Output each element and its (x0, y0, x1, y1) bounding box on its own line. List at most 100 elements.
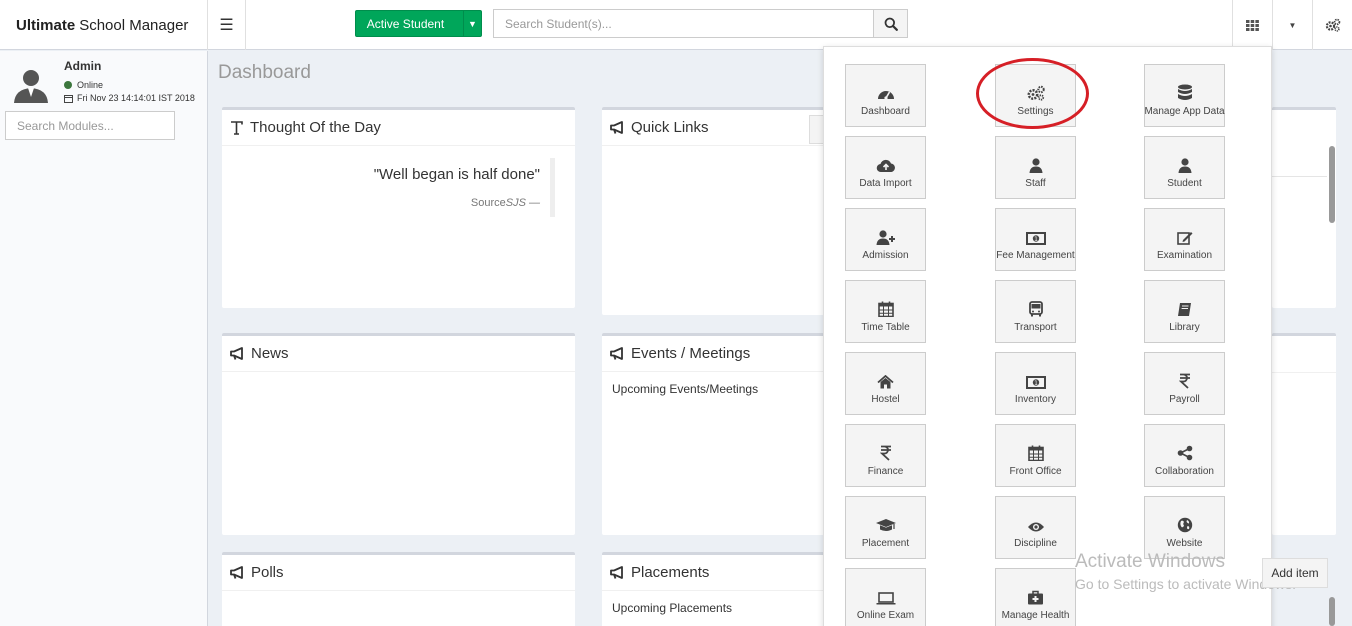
brand-rest: School Manager (79, 16, 189, 34)
menu-tile-label: Time Table (861, 322, 910, 333)
menu-tile-admission[interactable]: Admission (845, 208, 926, 271)
panel-title: Placements (631, 564, 710, 581)
caret-down-icon: ▼ (1288, 20, 1297, 30)
online-dot-icon (64, 81, 72, 89)
menu-tile-label: Data Import (859, 178, 912, 189)
rupee-icon (1178, 373, 1191, 394)
calendar-icon (1027, 445, 1044, 466)
user-icon (1029, 158, 1043, 178)
menu-tile-finance[interactable]: Finance (845, 424, 926, 487)
events-subtitle: Upcoming Events/Meetings (612, 382, 759, 396)
menu-tile-collaboration[interactable]: Collaboration (1144, 424, 1225, 487)
module-search-input[interactable] (5, 111, 175, 140)
edit-icon (1176, 230, 1193, 250)
menu-tile-label: Transport (1014, 322, 1057, 333)
money-icon: 1 (1025, 232, 1046, 250)
menu-tile-dashboard[interactable]: Dashboard (845, 64, 926, 127)
panel-header: Polls (222, 555, 575, 591)
active-student-button[interactable]: Active Student ▼ (355, 10, 482, 37)
menu-tile-hostel[interactable]: Hostel (845, 352, 926, 415)
windows-watermark-title: Activate Windows (1075, 551, 1225, 572)
menu-tile-label: Front Office (1009, 466, 1062, 477)
apps-grid-button[interactable] (1232, 0, 1272, 50)
user-icon (1178, 158, 1192, 178)
placements-panel: Placements Upcoming Placements (602, 552, 824, 626)
menu-tile-payroll[interactable]: Payroll (1144, 352, 1225, 415)
quote-block: "Well began is half done" SourceSJS — (222, 158, 555, 217)
panel-title: Thought Of the Day (250, 119, 381, 136)
datetime-text: Fri Nov 23 14:14:01 IST 2018 (77, 93, 195, 103)
right-panel-1 (1272, 107, 1336, 308)
caret-down-icon[interactable]: ▼ (463, 11, 481, 36)
menu-tile-label: Hostel (871, 394, 900, 405)
medkit-icon (1027, 590, 1044, 610)
menu-tile-data-import[interactable]: Data Import (845, 136, 926, 199)
menu-tile-discipline[interactable]: Discipline (995, 496, 1076, 559)
user-dropdown-button[interactable]: ▼ (1272, 0, 1312, 50)
menu-tile-label: Student (1167, 178, 1202, 189)
menu-tile-label: Placement (861, 538, 910, 549)
menu-tile-label: Payroll (1169, 394, 1200, 405)
laptop-icon (876, 592, 896, 610)
menu-tile-label: Library (1169, 322, 1200, 333)
calendar-icon (64, 94, 73, 103)
bus-icon (1028, 301, 1044, 322)
student-search-input[interactable] (493, 9, 874, 38)
scrollbar-thumb[interactable] (1329, 597, 1335, 626)
placements-subtitle: Upcoming Placements (612, 601, 733, 615)
sidebar-toggle-button[interactable]: ☰ (208, 0, 246, 50)
active-student-label: Active Student (366, 16, 445, 31)
app-brand[interactable]: Ultimate School Manager (0, 0, 208, 50)
settings-gear-button[interactable] (1312, 0, 1352, 50)
quick-links-add-button[interactable] (809, 115, 824, 144)
user-plus-icon (876, 230, 896, 250)
home-icon (877, 375, 894, 394)
menu-tile-manage-app-data[interactable]: Manage App Data (1144, 64, 1225, 127)
menu-tile-transport[interactable]: Transport (995, 280, 1076, 343)
menu-tile-fee-management[interactable]: 1 Fee Management (995, 208, 1076, 271)
svg-text:1: 1 (1034, 380, 1038, 387)
top-navbar: Ultimate School Manager ☰ Active Student… (0, 0, 1352, 50)
panel-title: News (251, 345, 289, 362)
menu-tile-placement[interactable]: Placement (845, 496, 926, 559)
right-panel-2 (1272, 333, 1336, 535)
menu-tile-label: Examination (1156, 250, 1213, 261)
status-text: Online (77, 80, 104, 90)
bullhorn-icon (610, 347, 623, 360)
add-item-button[interactable]: Add item (1262, 558, 1328, 588)
panel-divider (1272, 372, 1336, 373)
page-title: Dashboard (218, 62, 311, 83)
menu-tile-label: Online Exam (856, 610, 915, 621)
menu-tile-online-exam[interactable]: Online Exam (845, 568, 926, 626)
eye-icon (1027, 521, 1045, 538)
panel-header: Events / Meetings (602, 336, 824, 372)
bullhorn-icon (230, 347, 243, 360)
menu-tile-manage-health[interactable]: Manage Health (995, 568, 1076, 626)
menu-tile-inventory[interactable]: 1 Inventory (995, 352, 1076, 415)
dashboard-icon (876, 86, 896, 106)
cloud-upload-icon (876, 159, 896, 178)
panel-header: Placements (602, 555, 824, 591)
brand-bold: Ultimate (16, 16, 76, 34)
menu-tile-front-office[interactable]: Front Office (995, 424, 1076, 487)
menu-tile-staff[interactable]: Staff (995, 136, 1076, 199)
student-search-button[interactable] (873, 9, 908, 38)
menu-tile-time-table[interactable]: Time Table (845, 280, 926, 343)
panel-header: News (222, 336, 575, 372)
menu-tile-label: Website (1166, 538, 1203, 549)
menu-tile-label: Dashboard (861, 106, 910, 117)
events-panel: Events / Meetings Upcoming Events/Meetin… (602, 333, 824, 535)
menu-tile-student[interactable]: Student (1144, 136, 1225, 199)
menu-tile-label: Inventory (1014, 394, 1057, 405)
svg-text:1: 1 (1034, 236, 1038, 243)
rupee-icon (879, 445, 892, 466)
highlight-circle-annotation (976, 58, 1089, 129)
polls-panel: Polls (222, 552, 575, 626)
menu-tile-examination[interactable]: Examination (1144, 208, 1225, 271)
scrollbar-thumb[interactable] (1329, 146, 1335, 223)
calendar-icon (877, 301, 894, 322)
graduation-cap-icon (875, 518, 897, 538)
user-name: Admin (64, 59, 102, 73)
menu-tile-website[interactable]: Website (1144, 496, 1225, 559)
menu-tile-library[interactable]: Library (1144, 280, 1225, 343)
